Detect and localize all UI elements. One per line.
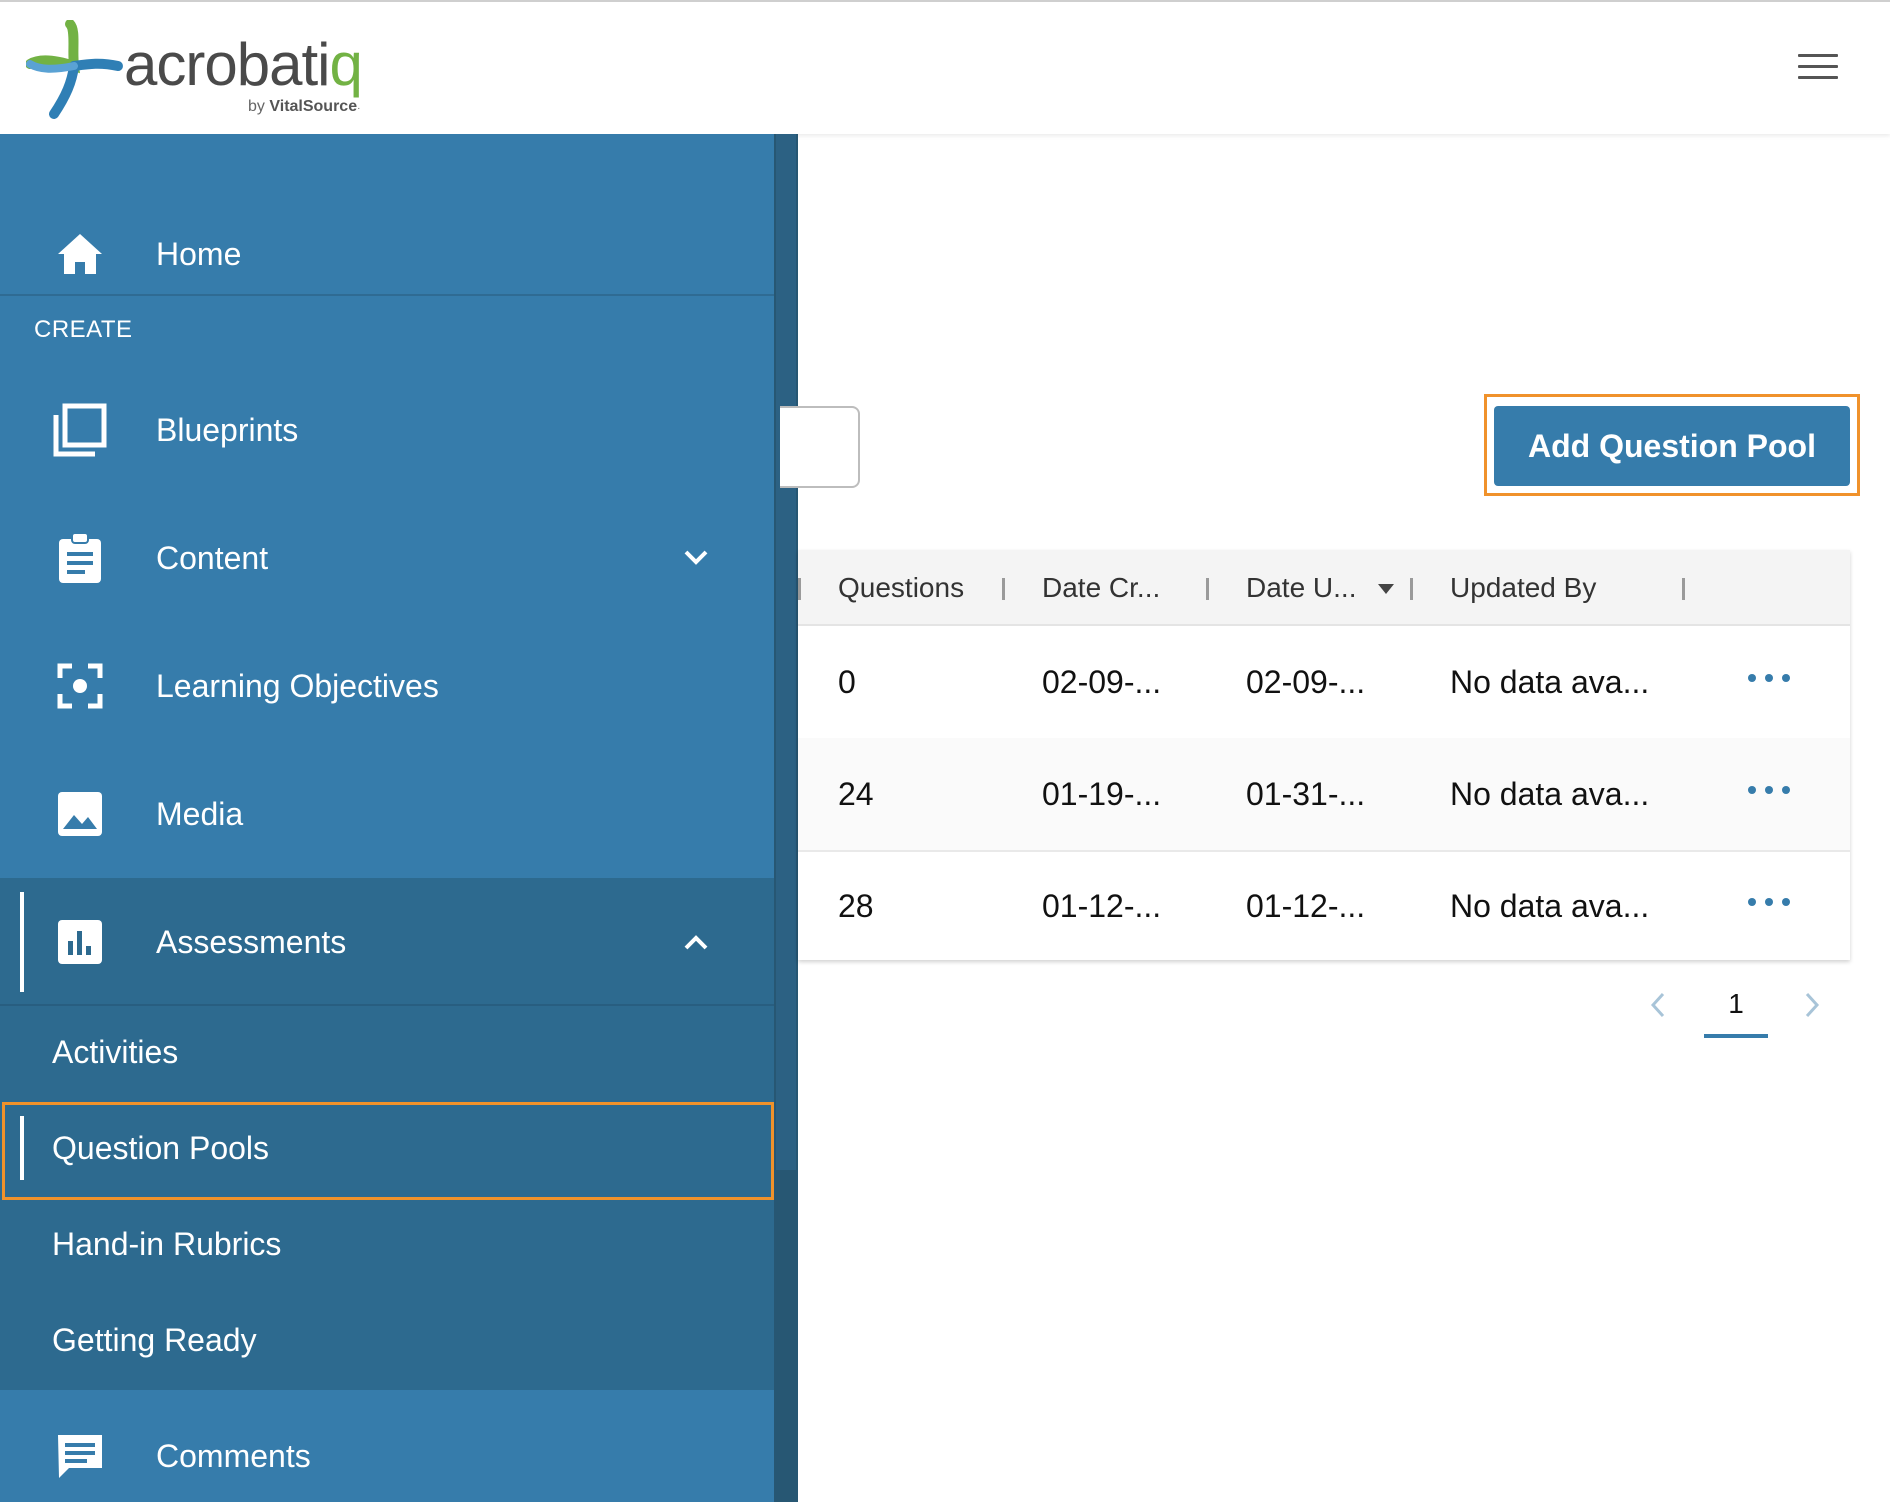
clipboard-icon xyxy=(52,530,108,586)
column-resize-handle[interactable] xyxy=(1002,578,1005,600)
sidebar-scrollbar[interactable] xyxy=(776,134,796,1170)
chevron-left-icon[interactable] xyxy=(1644,990,1674,1020)
sidebar-item-blueprints[interactable]: Blueprints xyxy=(0,390,774,470)
add-question-pool-button[interactable]: Add Question Pool xyxy=(1494,406,1850,486)
sidebar-subitem-getting-ready[interactable]: Getting Ready xyxy=(0,1322,774,1366)
table-row[interactable]: 24 01-19-... 01-31-... No data ava... xyxy=(798,738,1850,852)
sidebar-subitem-question-pools[interactable]: Question Pools xyxy=(0,1116,774,1180)
chevron-right-icon[interactable] xyxy=(1796,990,1826,1020)
chevron-up-icon[interactable] xyxy=(676,922,716,962)
logo-mark-icon xyxy=(26,20,123,119)
cell-updated-by: No data ava... xyxy=(1450,888,1650,924)
sort-descending-icon[interactable] xyxy=(1378,584,1394,594)
sidebar-item-media[interactable]: Media xyxy=(0,774,774,854)
table-row[interactable]: 0 02-09-... 02-09-... No data ava... xyxy=(798,626,1850,740)
sidebar-item-home[interactable]: Home xyxy=(0,174,774,334)
column-resize-handle[interactable] xyxy=(1682,578,1685,600)
chevron-down-icon[interactable] xyxy=(676,538,716,578)
cell-updated-by: No data ava... xyxy=(1450,776,1650,812)
sidebar-item-assessments[interactable]: Assessments xyxy=(0,878,774,1006)
subitem-label: Hand-in Rubrics xyxy=(52,1226,282,1262)
acrobatiq-logo[interactable]: acrobatiq by VitalSource· xyxy=(26,20,386,120)
hamburger-menu-icon[interactable] xyxy=(1798,54,1838,84)
column-header-updated-by[interactable]: Updated By xyxy=(1450,572,1596,604)
logo-byline: by VitalSource· xyxy=(248,98,361,115)
more-actions-icon[interactable] xyxy=(1748,890,1790,914)
question-pools-table: Questions Date Cr... Date U... Updated B… xyxy=(798,550,1850,960)
cell-date-updated: 01-12-... xyxy=(1246,888,1366,924)
divider xyxy=(0,294,774,296)
cell-date-created: 01-19-... xyxy=(1042,776,1162,812)
sidebar-item-content[interactable]: Content xyxy=(0,518,774,598)
comment-icon xyxy=(52,1428,108,1484)
subitem-label: Question Pools xyxy=(52,1130,270,1166)
sidebar-item-label: Assessments xyxy=(156,923,347,960)
section-title-create: CREATE xyxy=(34,316,133,343)
divider xyxy=(0,1004,774,1006)
column-resize-handle[interactable] xyxy=(798,578,801,600)
sidebar-item-learning-objectives[interactable]: Learning Objectives xyxy=(0,646,774,726)
blueprints-icon xyxy=(52,402,108,458)
search-input[interactable] xyxy=(780,406,860,488)
table-header: Questions Date Cr... Date U... Updated B… xyxy=(798,550,1850,626)
cell-date-updated: 02-09-... xyxy=(1246,664,1366,700)
sidebar-item-label: Blueprints xyxy=(156,411,299,448)
column-header-date-created[interactable]: Date Cr... xyxy=(1042,572,1160,604)
cell-questions: 0 xyxy=(838,664,856,700)
column-resize-handle[interactable] xyxy=(1206,578,1209,600)
sidebar-item-label: Learning Objectives xyxy=(156,667,439,704)
cell-date-updated: 01-31-... xyxy=(1246,776,1366,812)
sidebar-item-label: Home xyxy=(156,235,242,272)
sidebar-item-comments[interactable]: Comments xyxy=(0,1410,774,1502)
cell-updated-by: No data ava... xyxy=(1450,664,1650,700)
table-row[interactable]: 28 01-12-... 01-12-... No data ava... xyxy=(798,850,1850,962)
sidebar-item-label: Content xyxy=(156,539,269,576)
cell-questions: 24 xyxy=(838,776,874,812)
cell-date-created: 02-09-... xyxy=(1042,664,1162,700)
logo-wordmark: acrobatiq xyxy=(124,31,363,98)
active-indicator xyxy=(20,892,24,992)
sidebar-subitem-activities[interactable]: Activities xyxy=(0,1034,774,1078)
more-actions-icon[interactable] xyxy=(1748,778,1790,802)
pagination-page-1[interactable]: 1 xyxy=(1704,988,1768,1038)
subitem-label: Getting Ready xyxy=(52,1322,257,1358)
focus-target-icon xyxy=(52,658,108,714)
sidebar-item-label: Comments xyxy=(156,1437,311,1474)
cell-questions: 28 xyxy=(838,888,874,924)
column-header-date-updated[interactable]: Date U... xyxy=(1246,572,1356,604)
sidebar-subitem-hand-in-rubrics[interactable]: Hand-in Rubrics xyxy=(0,1226,774,1270)
bar-chart-icon xyxy=(52,914,108,970)
cell-date-created: 01-12-... xyxy=(1042,888,1162,924)
image-icon xyxy=(52,786,108,842)
home-icon xyxy=(52,226,108,282)
more-actions-icon[interactable] xyxy=(1748,666,1790,690)
subitem-label: Activities xyxy=(52,1034,179,1070)
top-header: acrobatiq by VitalSource· xyxy=(0,0,1890,134)
column-header-questions[interactable]: Questions xyxy=(838,572,964,604)
sidebar-item-label: Media xyxy=(156,795,244,832)
active-indicator xyxy=(20,1116,24,1180)
column-resize-handle[interactable] xyxy=(1410,578,1413,600)
